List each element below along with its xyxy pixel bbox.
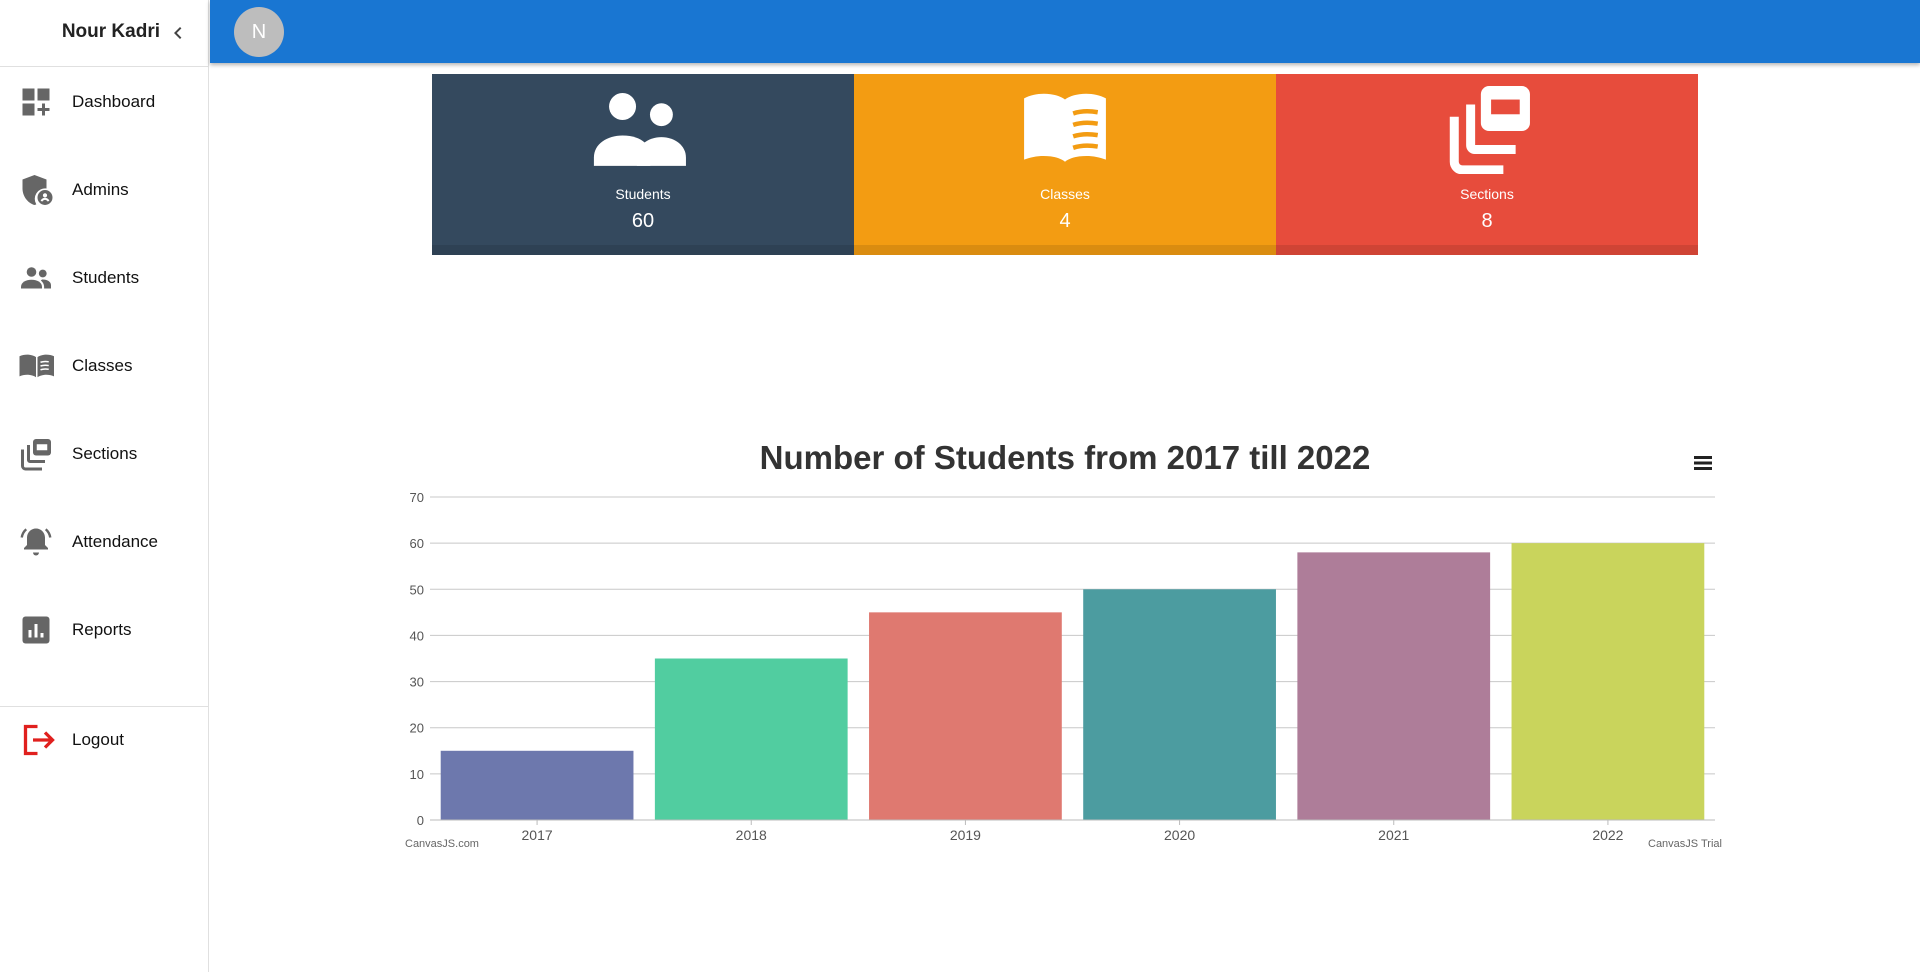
x-tick-label: 2020 (1164, 827, 1195, 843)
admin-shield-icon (22, 175, 53, 205)
y-tick-label: 60 (410, 536, 424, 551)
x-tick-label: 2017 (522, 827, 553, 843)
y-tick-label: 50 (410, 582, 424, 597)
students-bar-chart: Number of Students from 2017 till 2022 0 1… (410, 440, 1715, 843)
sidebar-item-label: Attendance (72, 532, 159, 551)
hamburger-menu-icon[interactable] (1692, 454, 1714, 472)
y-tick-label: 30 (410, 675, 424, 690)
x-tick-label: 2019 (950, 827, 981, 843)
sidebar-item-reports[interactable]: Reports (0, 600, 208, 660)
bar-2020 (1083, 589, 1276, 820)
stat-card-sections: Sections 8 (1276, 74, 1698, 255)
chart-credit-left[interactable]: CanvasJS.com (405, 838, 479, 850)
bar-2022 (1511, 543, 1705, 820)
sidebar-header: Nour Kadri (0, 0, 208, 67)
x-tick-label: 2021 (1378, 827, 1409, 843)
library-stack-icon (21, 439, 51, 471)
card-footer-bar (854, 245, 1276, 255)
top-app-bar: N (210, 0, 1920, 63)
sidebar: Nour Kadri Dashboard Admins Students Cla… (0, 0, 209, 972)
stat-card-students: Students 60 (432, 74, 854, 255)
logout-icon (23, 724, 55, 756)
x-tick-label: 2022 (1592, 827, 1623, 843)
bar-2017 (440, 750, 634, 820)
sidebar-item-label: Admins (72, 180, 129, 199)
x-tick-label: 2018 (736, 827, 767, 843)
sidebar-item-label: Classes (72, 356, 133, 375)
stat-label: Classes (1040, 186, 1090, 202)
bell-ring-icon (20, 528, 52, 556)
chart-title: Number of Students from 2017 till 2022 (760, 440, 1371, 476)
card-footer-bar (1276, 245, 1698, 255)
sidebar-item-label: Reports (72, 620, 132, 639)
y-tick-label: 70 (410, 490, 424, 505)
stat-value: 60 (631, 210, 655, 232)
library-stack-icon (1449, 86, 1530, 174)
bar-2019 (869, 612, 1062, 820)
sidebar-item-classes[interactable]: Classes (0, 336, 208, 396)
dashboard-add-icon (22, 88, 50, 116)
y-tick-label: 10 (410, 767, 424, 782)
stat-value: 8 (1481, 210, 1493, 232)
sidebar-divider (0, 706, 208, 707)
sidebar-item-students[interactable]: Students (0, 248, 208, 308)
bar-2021 (1297, 552, 1491, 820)
chart-credit-right: CanvasJS Trial (1648, 838, 1722, 850)
y-tick-label: 20 (410, 721, 424, 736)
sidebar-item-admins[interactable]: Admins (0, 160, 208, 220)
stat-card-classes: Classes 4 (854, 74, 1276, 255)
sidebar-item-label: Students (72, 268, 140, 287)
chevron-left-icon[interactable] (166, 21, 190, 45)
y-tick-label: 40 (410, 628, 424, 643)
sidebar-item-attendance[interactable]: Attendance (0, 512, 208, 572)
avatar[interactable]: N (234, 7, 284, 57)
people-icon (21, 267, 51, 289)
sidebar-item-sections[interactable]: Sections (0, 424, 208, 484)
bar-2018 (654, 658, 848, 820)
open-book-icon (1024, 93, 1106, 162)
bar-chart-icon (22, 616, 50, 644)
card-footer-bar (432, 245, 854, 255)
sidebar-item-label: Sections (72, 444, 138, 463)
logout-button[interactable]: Logout (0, 710, 208, 770)
stat-label: Students (615, 186, 671, 202)
people-icon (593, 93, 686, 166)
stat-value: 4 (1059, 210, 1071, 232)
logout-label: Logout (72, 730, 124, 749)
stat-label: Sections (1460, 186, 1514, 202)
sidebar-item-dashboard[interactable]: Dashboard (0, 72, 208, 132)
user-name: Nour Kadri (61, 21, 160, 42)
sidebar-item-label: Dashboard (72, 92, 156, 111)
open-book-icon (19, 354, 54, 378)
y-tick-label: 0 (417, 813, 424, 828)
